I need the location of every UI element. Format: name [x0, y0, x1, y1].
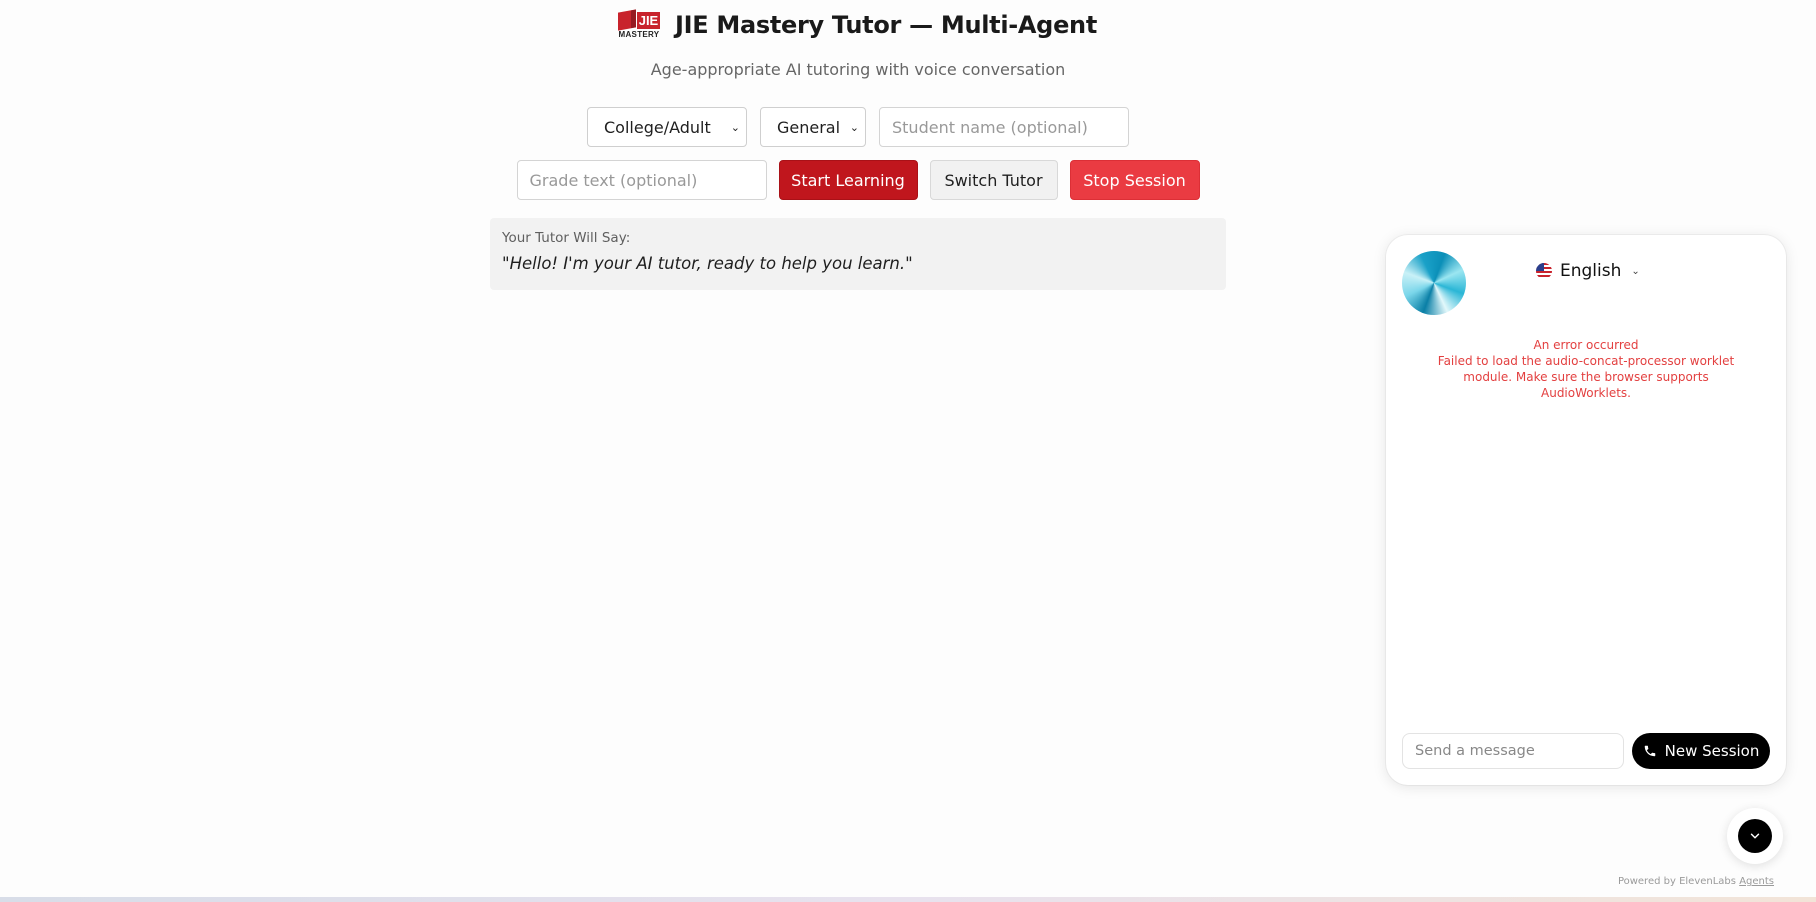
page: JIE MASTERY JIE Mastery Tutor — Multi-Ag…	[0, 0, 1816, 902]
subject-select[interactable]: General ⌄	[760, 107, 866, 147]
student-name-placeholder: Student name (optional)	[892, 117, 1088, 137]
powered-by-text: Powered by ElevenLabs	[1617, 876, 1736, 887]
switch-tutor-button[interactable]: Switch Tutor	[929, 160, 1058, 200]
grade-text-placeholder: Grade text (optional)	[529, 170, 698, 190]
bottom-divider	[0, 897, 1816, 902]
header: JIE MASTERY JIE Mastery Tutor — Multi-Ag…	[0, 8, 1716, 42]
voice-agent-widget: English ⌄ An error occurred Failed to lo…	[1386, 235, 1786, 785]
chevron-down-icon: ⌄	[849, 120, 859, 134]
page-title: JIE Mastery Tutor — Multi-Agent	[674, 11, 1098, 39]
jie-mastery-logo: JIE MASTERY	[617, 8, 661, 42]
controls-row-1: College/Adult ⌄ General ⌄ Student name (…	[0, 107, 1716, 147]
language-label: English	[1560, 261, 1622, 281]
us-flag-icon	[1536, 263, 1552, 279]
error-detail: Failed to load the audio-concat-processo…	[1437, 354, 1735, 400]
new-session-label: New Session	[1664, 742, 1760, 760]
logo-text: JIE	[636, 11, 661, 29]
phone-icon	[1643, 744, 1657, 758]
chevron-down-icon	[1738, 819, 1772, 853]
chevron-down-icon: ⌄	[730, 120, 740, 134]
tutor-say-label: Your Tutor Will Say:	[502, 230, 631, 246]
subject-select-value: General	[777, 117, 841, 137]
tutor-say-box: Your Tutor Will Say: "Hello! I'm your AI…	[490, 218, 1226, 290]
message-placeholder: Send a message	[1415, 743, 1535, 759]
agent-avatar-orb	[1402, 251, 1466, 315]
level-select[interactable]: College/Adult ⌄	[587, 107, 747, 147]
agents-link[interactable]: Agents	[1739, 876, 1774, 887]
logo-cube-icon	[617, 9, 636, 31]
logo-subtext: MASTERY	[618, 30, 660, 39]
stop-session-button[interactable]: Stop Session	[1069, 160, 1200, 200]
chevron-down-icon: ⌄	[1631, 265, 1640, 277]
controls-row-2: Grade text (optional) Start Learning Swi…	[0, 160, 1716, 200]
page-subtitle: Age-appropriate AI tutoring with voice c…	[650, 60, 1066, 79]
error-message-block: An error occurred Failed to load the aud…	[1426, 337, 1746, 401]
level-select-value: College/Adult	[604, 117, 711, 137]
powered-by-footer: Powered by ElevenLabs Agents	[1560, 876, 1774, 887]
student-name-input[interactable]: Student name (optional)	[879, 107, 1129, 147]
start-learning-button[interactable]: Start Learning	[778, 160, 918, 200]
message-input[interactable]: Send a message	[1402, 733, 1624, 769]
error-title: An error occurred	[1533, 338, 1639, 352]
language-selector[interactable]: English ⌄	[1536, 259, 1640, 283]
new-session-button[interactable]: New Session	[1632, 733, 1770, 769]
grade-text-input[interactable]: Grade text (optional)	[516, 160, 767, 200]
tutor-say-text: "Hello! I'm your AI tutor, ready to help…	[502, 254, 913, 273]
widget-collapse-button[interactable]	[1727, 808, 1783, 864]
